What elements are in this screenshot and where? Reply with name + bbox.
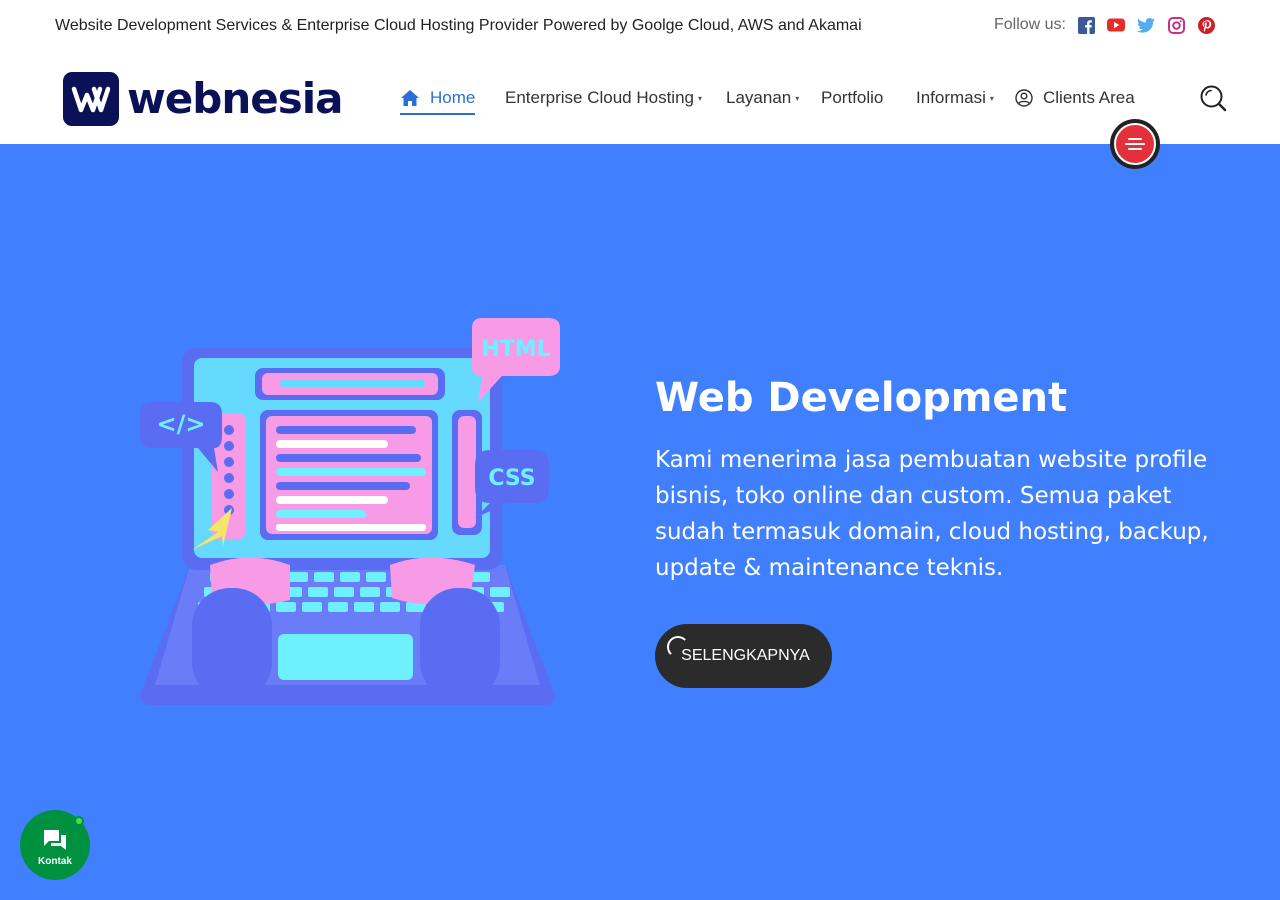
instagram-icon[interactable] (1166, 15, 1186, 35)
top-bar: Website Development Services & Enterpris… (0, 0, 1280, 54)
pinterest-icon[interactable] (1196, 15, 1216, 35)
youtube-icon[interactable] (1106, 15, 1126, 35)
cta-label: SELENGKAPNYA (681, 647, 810, 664)
user-circle-icon (1015, 89, 1033, 107)
chevron-down-icon: ▾ (989, 93, 994, 103)
nav-item-clients-area[interactable]: Clients Area (1015, 88, 1135, 108)
online-status-dot (74, 816, 84, 826)
site-logo[interactable]: webnesia (63, 72, 343, 126)
nav-label-informasi: Informasi (916, 88, 986, 107)
nav-item-home[interactable]: Home (400, 88, 476, 115)
loading-spinner-icon (667, 636, 689, 658)
top-tagline: Website Development Services & Enterpris… (55, 17, 862, 34)
selengkapnya-button[interactable]: SELENGKAPNYA (655, 624, 832, 688)
active-underline (400, 113, 476, 115)
code-badge-text: </> (157, 410, 206, 438)
hamburger-icon (1114, 123, 1156, 165)
hero-description: Kami menerima jasa pembuatan website pro… (655, 447, 1209, 581)
hero-title: Web Development (655, 375, 1068, 421)
facebook-icon[interactable] (1076, 15, 1096, 35)
nav-item-informasi[interactable]: Informasi ▾ (916, 88, 994, 108)
menu-toggle-button[interactable] (1110, 119, 1160, 169)
nav-label-clients-area: Clients Area (1043, 88, 1135, 107)
home-icon (400, 89, 420, 107)
logo-wordmark: webnesia (127, 74, 343, 123)
social-follow: Follow us: (994, 15, 1216, 35)
nav-item-layanan[interactable]: Layanan ▾ (726, 88, 799, 108)
chat-label: Kontak (38, 855, 72, 867)
nav-label-enterprise-cloud-hosting: Enterprise Cloud Hosting (505, 88, 694, 107)
chat-icon (42, 828, 68, 852)
chevron-down-icon: ▾ (697, 93, 702, 103)
nav-label-home: Home (430, 88, 476, 107)
search-icon[interactable] (1199, 84, 1227, 112)
chat-contact-button[interactable]: Kontak (20, 810, 90, 880)
follow-label: Follow us: (993, 16, 1066, 33)
main-navbar: webnesia Home Enterprise Cloud Hosting ▾… (0, 54, 1280, 144)
html-badge-text: HTML (481, 337, 550, 362)
twitter-icon[interactable] (1136, 15, 1156, 35)
nav-label-layanan: Layanan (726, 88, 792, 107)
nav-item-enterprise-cloud-hosting[interactable]: Enterprise Cloud Hosting ▾ (505, 88, 702, 108)
nav-item-portfolio[interactable]: Portfolio (821, 88, 883, 108)
css-badge-text: CSS (488, 466, 535, 491)
chevron-down-icon: ▾ (795, 93, 800, 103)
web-development-illustration: HTML CSS </> (130, 310, 570, 710)
logo-mark-icon (63, 72, 119, 126)
nav-label-portfolio: Portfolio (821, 88, 884, 107)
